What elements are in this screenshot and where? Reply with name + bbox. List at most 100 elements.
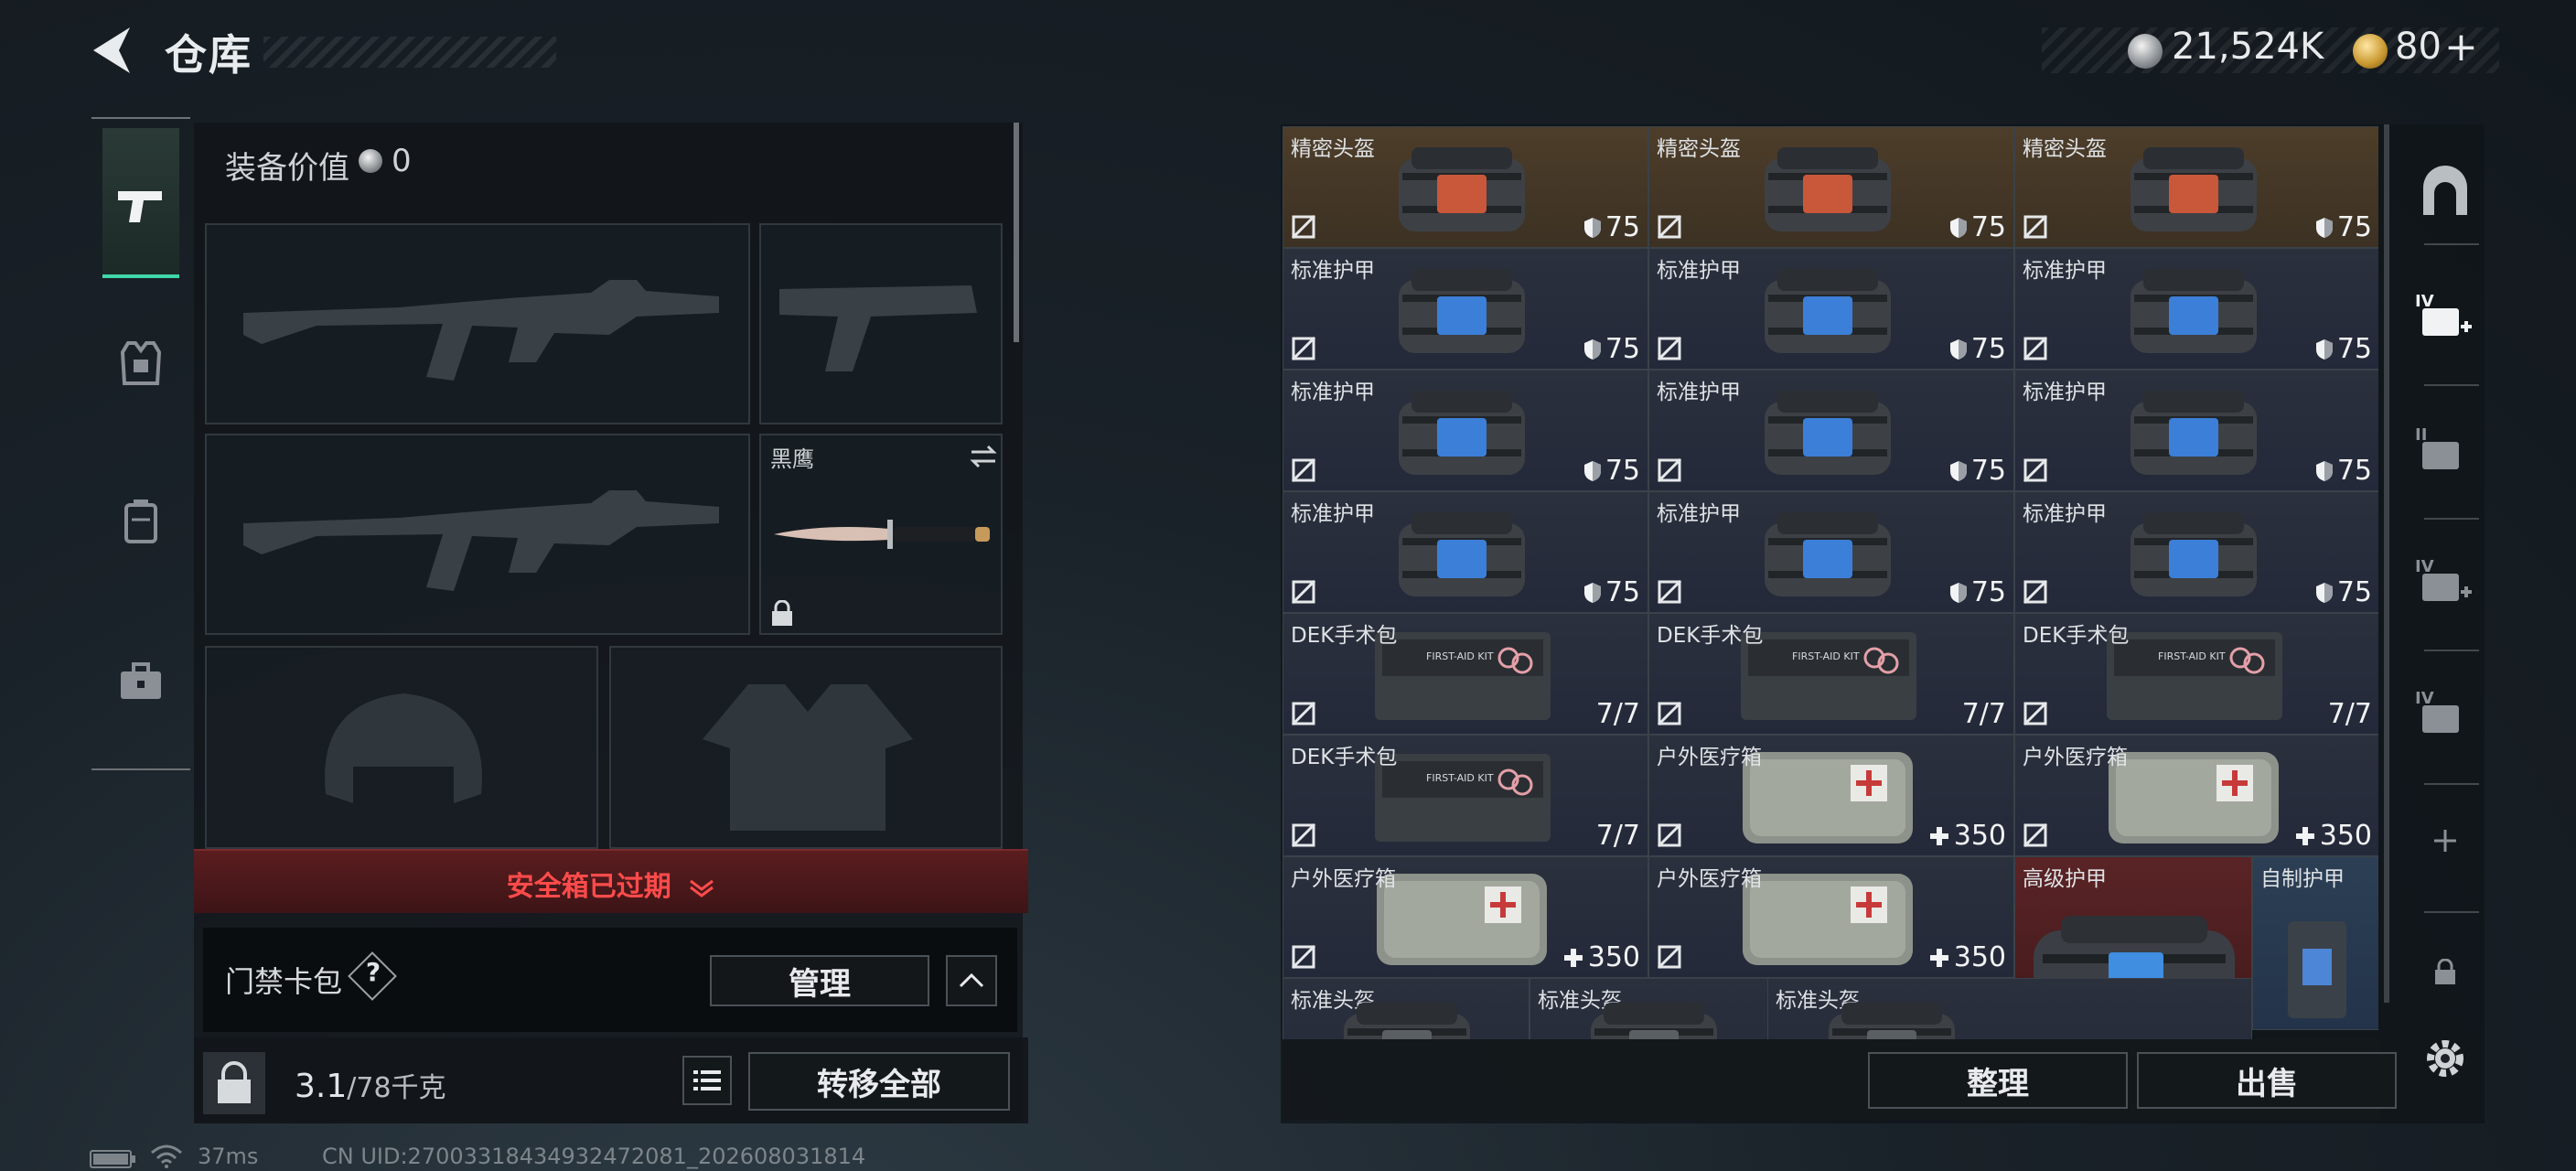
inventory-item[interactable]: 标准护甲 75	[1648, 248, 2014, 370]
item-durability: 7/7	[1596, 698, 1640, 730]
item-durability: 75	[2315, 211, 2372, 243]
inventory-item[interactable]: 户外医疗箱 350	[1283, 856, 1648, 978]
rifle-silhouette-icon	[243, 280, 719, 381]
pistol-slot[interactable]	[759, 223, 1003, 424]
list-icon	[693, 1070, 721, 1090]
medkit-icon	[2103, 745, 2286, 847]
knife-icon	[774, 520, 990, 549]
medkit-icon	[1737, 745, 1920, 847]
loadout-scrollbar[interactable]	[1014, 123, 1019, 342]
case-ii-button[interactable]: II	[2415, 421, 2475, 481]
no-insure-icon	[1657, 701, 1682, 726]
list-view-button[interactable]	[682, 1056, 732, 1105]
inventory-item[interactable]: 户外医疗箱 350	[2014, 735, 2378, 856]
item-durability: 75	[1949, 333, 2006, 365]
add-case-iv-button-2[interactable]: IV	[2415, 553, 2475, 613]
inventory-item[interactable]: 精密头盔 75	[1648, 126, 2014, 248]
inventory-item[interactable]: 标准头盔	[1283, 978, 1530, 1039]
inventory-item[interactable]: FIRST-AID KIT DEK手术包 7/7	[1648, 613, 2014, 735]
inventory-item[interactable]: FIRST-AID KIT DEK手术包 7/7	[1283, 735, 1648, 856]
item-name: 标准护甲	[1291, 502, 1375, 526]
chevron-down-icon	[690, 879, 714, 897]
inventory-scrollbar[interactable]	[2384, 124, 2389, 1003]
item-durability: 75	[1949, 455, 2006, 487]
item-value: 75	[1605, 211, 1640, 243]
battery-icon	[90, 1150, 135, 1168]
item-name: 自制护甲	[2260, 867, 2345, 891]
uid-text: CN UID:27003318434932472081_202608031814	[322, 1144, 866, 1169]
armor-slot[interactable]	[609, 646, 1003, 849]
inventory-item[interactable]: 自制护甲	[2252, 856, 2378, 1030]
inventory-item[interactable]: 标准护甲 75	[2014, 248, 2378, 370]
equipment-value: 0	[392, 143, 412, 179]
manage-button[interactable]: 管理	[710, 955, 929, 1006]
item-durability: 7/7	[1596, 820, 1640, 852]
item-value: 75	[2336, 455, 2372, 487]
inventory-item[interactable]: 标准护甲 75	[1648, 491, 2014, 613]
armor-bag-icon	[1393, 380, 1530, 482]
swap-icon[interactable]	[968, 443, 999, 470]
gold-add-button[interactable]: +	[2444, 24, 2478, 70]
surgery-kit-icon: FIRST-AID KIT	[1371, 623, 1554, 725]
inventory-item[interactable]: 标准护甲 75	[2014, 370, 2378, 491]
no-insure-icon	[1657, 457, 1682, 483]
item-value: 7/7	[1595, 820, 1640, 852]
no-insure-icon	[1657, 214, 1682, 240]
collapse-button[interactable]	[946, 955, 997, 1006]
armor-vest-icon[interactable]	[102, 313, 179, 414]
item-value: 75	[2336, 333, 2372, 365]
inventory-item[interactable]: 标准护甲 75	[2014, 491, 2378, 613]
gear-icon	[2427, 1040, 2463, 1077]
item-name: DEK手术包	[2023, 624, 2130, 648]
inventory-item[interactable]: 标准护甲 75	[1648, 370, 2014, 491]
inventory-item[interactable]: FIRST-AID KIT DEK手术包 7/7	[1283, 613, 1648, 735]
inventory-item[interactable]: FIRST-AID KIT DEK手术包 7/7	[2014, 613, 2378, 735]
briefcase-icon[interactable]	[102, 631, 179, 732]
armor-bag-icon	[2125, 380, 2262, 482]
item-name: 户外医疗箱	[1657, 746, 1762, 769]
primary-weapon-slot[interactable]	[205, 223, 750, 424]
melee-slot[interactable]: 黑鹰	[759, 434, 1003, 635]
add-container-button[interactable]	[2415, 811, 2475, 871]
weight-readout: 3.1/78千克	[295, 1065, 446, 1105]
safe-box-expired-banner[interactable]: 安全箱已过期	[194, 849, 1028, 913]
armor-bag-icon	[1393, 258, 1530, 360]
item-name: 高级护甲	[2023, 867, 2107, 891]
settings-button[interactable]	[2415, 1028, 2475, 1089]
tool-separator	[2424, 650, 2479, 651]
inventory-item[interactable]: 精密头盔 75	[2014, 126, 2378, 248]
weight-lock-button[interactable]	[203, 1052, 265, 1114]
back-icon[interactable]	[88, 24, 139, 77]
inventory-item[interactable]: 标准头盔	[1767, 978, 2252, 1039]
add-case-iv-button[interactable]: IV	[2415, 287, 2475, 348]
pistol-icon[interactable]	[102, 156, 179, 256]
helmet-bag-icon	[2125, 136, 2262, 239]
sell-button[interactable]: 出售	[2137, 1052, 2397, 1109]
secondary-weapon-slot[interactable]	[205, 434, 750, 635]
inventory-item[interactable]: 标准护甲 75	[1283, 248, 1648, 370]
inventory-item[interactable]: 精密头盔 75	[1283, 126, 1648, 248]
inventory-item[interactable]: 户外医疗箱 350	[1648, 856, 2014, 978]
backpack-icon[interactable]	[102, 470, 179, 571]
inventory-item[interactable]: 标准护甲 75	[1283, 370, 1648, 491]
case-iv-button[interactable]: IV	[2415, 684, 2475, 745]
helmet-slot[interactable]	[205, 646, 598, 849]
item-durability: 75	[1949, 211, 2006, 243]
no-insure-icon	[1291, 944, 1316, 970]
inventory-item[interactable]: 标准头盔	[1530, 978, 1776, 1039]
plus-icon	[2434, 830, 2456, 852]
transfer-all-button[interactable]: 转移全部	[748, 1052, 1010, 1111]
no-insure-icon	[2023, 579, 2048, 605]
helmet-silhouette-icon	[325, 693, 482, 803]
no-insure-icon	[2023, 701, 2048, 726]
case-iv-icon: IV	[2415, 689, 2459, 733]
case-iv-add-icon: IV	[2415, 292, 2472, 336]
inventory-item[interactable]: 标准护甲 75	[1283, 491, 1648, 613]
container-arch-button[interactable]	[2415, 161, 2475, 221]
ping-text: 37ms	[198, 1144, 259, 1169]
svg-text:FIRST-AID KIT: FIRST-AID KIT	[1426, 650, 1494, 662]
item-name: 标准护甲	[1291, 259, 1375, 283]
help-icon[interactable]: ?	[359, 957, 388, 987]
sort-button[interactable]: 整理	[1868, 1052, 2128, 1109]
inventory-item[interactable]: 户外医疗箱 350	[1648, 735, 2014, 856]
